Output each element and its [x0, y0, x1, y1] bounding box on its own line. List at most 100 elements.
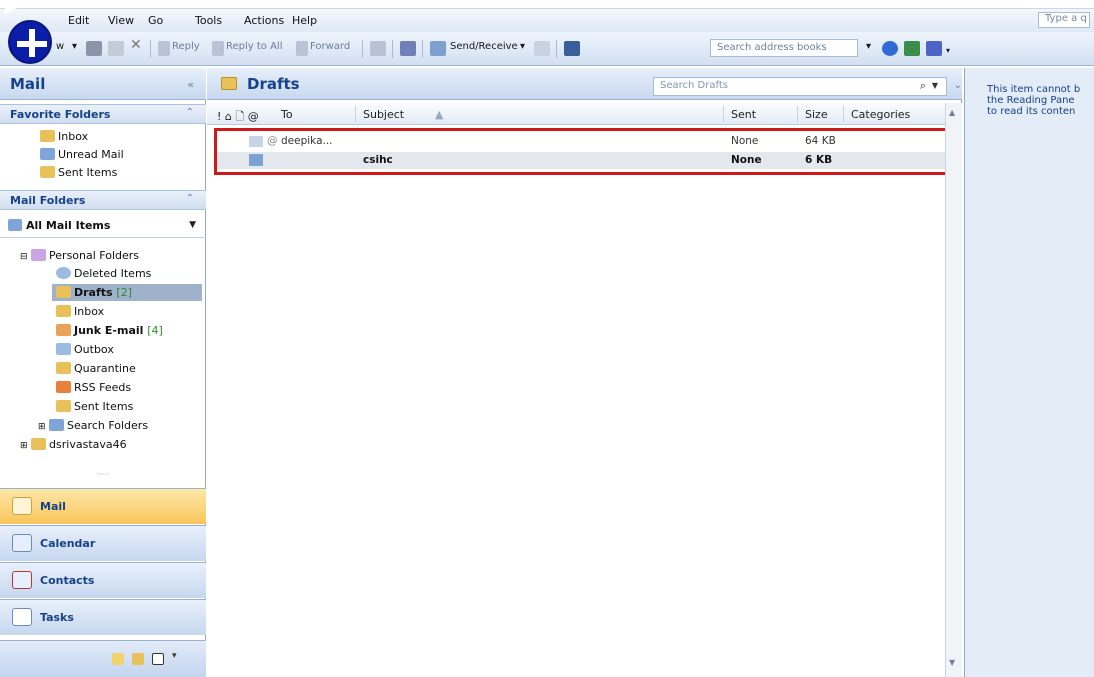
new-dropdown-icon[interactable]: ▾	[72, 41, 77, 52]
categorize-icon[interactable]	[370, 41, 386, 56]
shortcuts-icon[interactable]	[152, 653, 164, 665]
scroll-down-icon[interactable]: ▼	[949, 658, 955, 667]
collapse-nav-icon[interactable]: «	[187, 78, 194, 91]
toolbar-separator	[150, 40, 151, 58]
drafts-folder-icon	[56, 286, 71, 298]
menu-bar: Edit View Go Tools Actions Help Type a q	[0, 8, 1094, 32]
mail-folders-header[interactable]: Mail Folders ⌃	[0, 190, 206, 210]
toolbar-separator	[392, 40, 393, 58]
scroll-up-icon[interactable]: ▲	[949, 108, 955, 117]
configure-buttons-icon[interactable]: ▾	[172, 651, 182, 663]
menu-view[interactable]: View	[108, 14, 134, 27]
favorite-item-unread-mail[interactable]: Unread Mail	[40, 148, 124, 161]
toolbar-separator	[556, 40, 557, 58]
folder-icon	[56, 362, 71, 374]
chevron-down-icon[interactable]: ▼	[932, 81, 938, 90]
search-icon[interactable]: ⌕	[920, 79, 926, 93]
favorite-item-sent-items[interactable]: Sent Items	[40, 166, 117, 179]
column-subject[interactable]: Subject	[363, 108, 404, 121]
search-drafts-input[interactable]: Search Drafts ⌕ ▼ ⌄	[653, 77, 962, 96]
tree-outbox[interactable]: Outbox	[56, 343, 114, 356]
column-sent[interactable]: Sent	[731, 108, 756, 121]
collapse-section-icon[interactable]: ⌃	[186, 193, 194, 204]
list-header: Drafts Search Drafts ⌕ ▼ ⌄	[207, 68, 962, 100]
list-scrollbar[interactable]: ▲ ▼	[945, 103, 962, 677]
all-mail-items-selector[interactable]: All Mail Items ▼	[0, 214, 206, 238]
nav-button-tasks[interactable]: Tasks	[0, 599, 206, 635]
favorite-folders-label: Favorite Folders	[10, 108, 111, 121]
addin-green-icon[interactable]	[904, 41, 920, 56]
send-receive-dropdown-icon[interactable]: ▾	[520, 41, 525, 52]
reply-button[interactable]: Reply	[172, 41, 200, 52]
tree-deleted-items[interactable]: Deleted Items	[56, 267, 151, 280]
new-button[interactable]: w	[56, 41, 64, 52]
column-icons[interactable]: ! ⌂ 🗋 @	[217, 108, 259, 127]
collapse-section-icon[interactable]: ⌃	[186, 107, 194, 118]
menu-help[interactable]: Help	[292, 14, 317, 27]
print-icon[interactable]	[86, 41, 102, 56]
contacts-icon	[12, 571, 32, 589]
column-categories[interactable]: Categories	[851, 108, 910, 121]
nav-button-label: Calendar	[40, 537, 96, 550]
favorite-folders-header[interactable]: Favorite Folders ⌃	[0, 104, 206, 124]
column-to[interactable]: To	[281, 108, 293, 121]
tree-label: Drafts	[74, 286, 113, 299]
find-contact-icon[interactable]	[534, 41, 550, 56]
sort-ascending-icon: ▲	[435, 108, 444, 121]
address-book-icon[interactable]	[564, 41, 580, 56]
tree-dsrivastava46[interactable]: ⊞ dsrivastava46	[20, 438, 127, 451]
expand-tree-icon[interactable]: ⊞	[20, 441, 28, 451]
tree-search-folders[interactable]: ⊞ Search Folders	[38, 419, 148, 432]
reading-pane-line: the Reading Pane	[987, 95, 1075, 106]
menu-edit[interactable]: Edit	[68, 14, 89, 27]
nav-button-label: Tasks	[40, 611, 74, 624]
folder-icon	[56, 305, 71, 317]
send-receive-button[interactable]: Send/Receive	[450, 41, 518, 52]
nav-title: Mail	[10, 75, 46, 93]
menu-go[interactable]: Go	[148, 14, 163, 27]
move-icon[interactable]	[108, 41, 124, 56]
help-icon[interactable]	[882, 41, 898, 56]
plus-cursor-icon	[8, 20, 52, 64]
expand-tree-icon[interactable]: ⊞	[38, 422, 46, 432]
splitter-grip[interactable]: ·····	[0, 470, 206, 480]
reading-pane-message: This item cannot b the Reading Pane to r…	[987, 84, 1093, 117]
reply-all-button[interactable]: Reply to All	[226, 41, 283, 52]
navigation-pane: Mail « Favorite Folders ⌃ Inbox Unread M…	[0, 68, 206, 677]
folder-list-icon[interactable]	[132, 653, 144, 665]
expand-query-icon[interactable]: ⌄	[954, 80, 962, 91]
menu-tools[interactable]: Tools	[195, 14, 222, 27]
tree-quarantine[interactable]: Quarantine	[56, 362, 136, 375]
tree-junk-email[interactable]: Junk E-mail [4]	[56, 324, 163, 337]
toolbar-options-icon[interactable]: ▾	[946, 46, 950, 55]
drafts-folder-icon	[221, 77, 237, 90]
address-search-dropdown-icon[interactable]: ▾	[866, 41, 871, 52]
nav-button-calendar[interactable]: Calendar	[0, 525, 206, 561]
tree-personal-folders[interactable]: ⊟ Personal Folders	[20, 249, 139, 262]
forward-button[interactable]: Forward	[310, 41, 350, 52]
favorite-item-inbox[interactable]: Inbox	[40, 130, 88, 143]
tree-inbox[interactable]: Inbox	[56, 305, 104, 318]
nav-button-mail[interactable]: Mail	[0, 488, 206, 524]
folder-icon	[40, 166, 55, 178]
ask-question-box[interactable]: Type a q	[1038, 12, 1090, 28]
unread-count: [2]	[116, 286, 133, 299]
search-folder-icon	[40, 148, 55, 160]
send-receive-all-icon[interactable]	[400, 41, 416, 56]
column-size[interactable]: Size	[805, 108, 828, 121]
chevron-down-icon[interactable]: ▼	[189, 220, 196, 230]
tree-label: Quarantine	[74, 362, 136, 375]
menu-actions[interactable]: Actions	[244, 14, 284, 27]
collapse-tree-icon[interactable]: ⊟	[20, 252, 28, 262]
unread-count: [4]	[147, 324, 163, 337]
delete-icon[interactable]: ✕	[130, 37, 142, 53]
tree-sent-items[interactable]: Sent Items	[56, 400, 133, 413]
notes-icon[interactable]	[112, 653, 124, 665]
favorite-item-label: Sent Items	[58, 166, 118, 179]
tree-rss-feeds[interactable]: RSS Feeds	[56, 381, 131, 394]
nav-button-contacts[interactable]: Contacts	[0, 562, 206, 598]
addin-blue-icon[interactable]	[926, 41, 942, 56]
tree-drafts[interactable]: Drafts [2]	[56, 286, 132, 299]
outbox-icon	[56, 343, 71, 355]
search-address-books-input[interactable]: Search address books	[710, 39, 858, 57]
